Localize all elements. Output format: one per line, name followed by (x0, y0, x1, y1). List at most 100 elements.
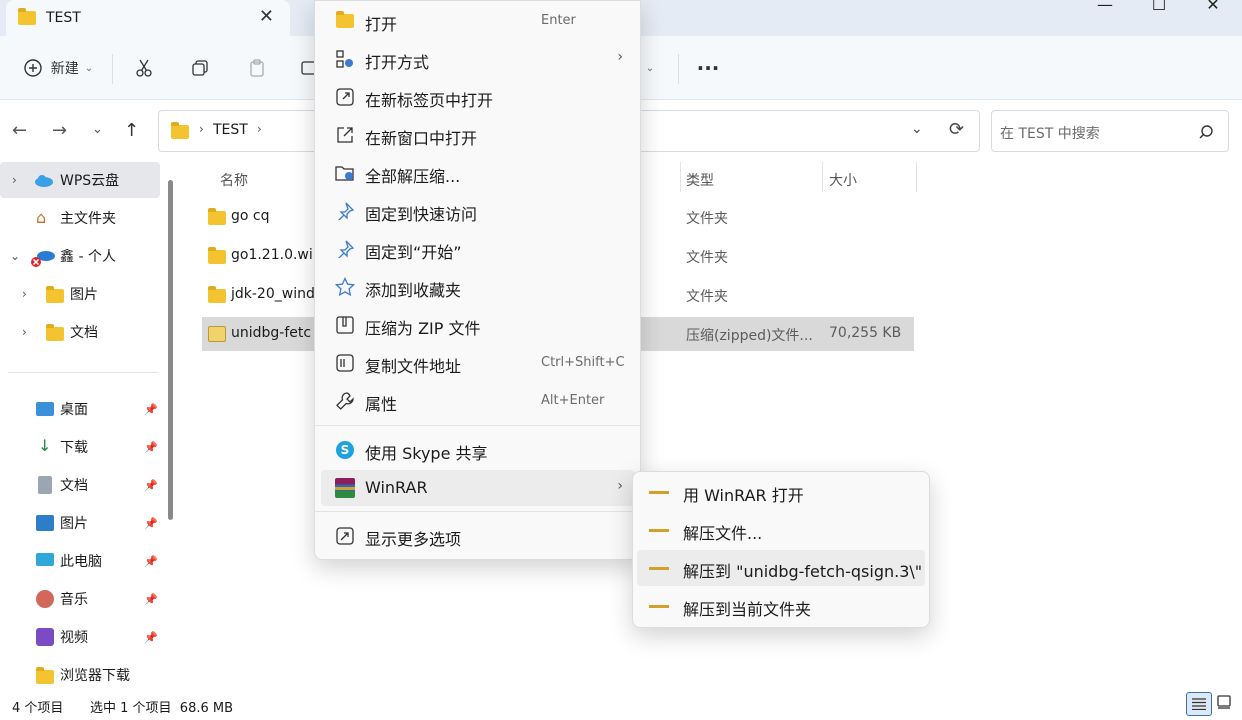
sidebar-item-onedrive[interactable]: ⌄ 鑫 - 个人 (0, 238, 160, 274)
zip-folder-icon (208, 326, 226, 342)
column-header-type[interactable]: 类型 (686, 170, 714, 190)
menu-item-properties[interactable]: 属性 Alt+Enter (321, 383, 635, 419)
toolbar-divider (678, 54, 679, 84)
new-button[interactable]: 新建 ⌄ (18, 52, 98, 84)
refresh-icon[interactable]: ⟳ (949, 119, 964, 140)
submenu-item-extract-to-folder[interactable]: 解压到 "unidbg-fetch-qsign.3\" (637, 550, 925, 586)
tiles-view-button[interactable] (1216, 694, 1236, 714)
tab-close-icon[interactable]: ✕ (259, 6, 274, 27)
view-dropdown-chevron-icon[interactable]: ⌄ (638, 52, 662, 84)
file-size: 70,255 KB (829, 325, 902, 341)
paste-button[interactable] (241, 52, 273, 84)
home-icon: ⌂ (36, 208, 47, 227)
pin-icon[interactable]: 📌 (144, 593, 158, 606)
menu-item-extract-all[interactable]: 全部解压缩... (321, 155, 635, 191)
video-icon (36, 628, 54, 646)
more-options-icon[interactable]: ··· (692, 52, 724, 84)
forward-arrow-icon[interactable]: → (52, 120, 67, 141)
sidebar-item-pictures-onedrive[interactable]: › 图片 (0, 276, 160, 312)
pin-icon[interactable]: 📌 (144, 631, 158, 644)
column-divider[interactable] (822, 162, 823, 192)
winrar-submenu: 用 WinRAR 打开 解压文件... 解压到 "unidbg-fetch-qs… (632, 471, 930, 628)
file-name: go1.21.0.wi (231, 247, 313, 263)
menu-item-open-new-window[interactable]: 在新窗口中打开 (321, 117, 635, 153)
pin-icon[interactable]: 📌 (144, 517, 158, 530)
menu-item-skype-share[interactable]: S 使用 Skype 共享 (321, 432, 635, 468)
cut-button[interactable] (128, 52, 160, 84)
sidebar-item-label: 音乐 (60, 592, 88, 608)
sidebar-item-documents-onedrive[interactable]: › 文档 (0, 314, 160, 350)
sidebar-item-videos[interactable]: 视频 📌 (0, 619, 160, 655)
maximize-button[interactable]: ☐ (1136, 0, 1182, 13)
breadcrumb-item[interactable]: TEST (213, 122, 248, 138)
menu-item-label: 在新标签页中打开 (365, 91, 494, 110)
toolbar-divider (112, 54, 113, 84)
open-with-icon (335, 49, 355, 69)
new-tab-icon (335, 87, 355, 107)
close-window-button[interactable]: ✕ (1190, 0, 1236, 13)
new-window-icon (335, 125, 355, 145)
sidebar-item-label: 文档 (60, 478, 88, 494)
submenu-item-extract-files[interactable]: 解压文件... (637, 512, 925, 548)
file-type: 压缩(zipped)文件... (686, 328, 813, 344)
column-divider[interactable] (916, 162, 917, 192)
minimize-button[interactable]: — (1082, 0, 1128, 13)
pin-icon[interactable]: 📌 (144, 479, 158, 492)
menu-item-pin-start[interactable]: 固定到“开始” (321, 231, 635, 267)
menu-item-add-favorites[interactable]: 添加到收藏夹 (321, 269, 635, 305)
more-options-icon (335, 526, 355, 546)
folder-icon (36, 667, 54, 684)
sidebar-item-downloads[interactable]: ↓ 下载 📌 (0, 429, 160, 465)
up-arrow-icon[interactable]: ↑ (124, 120, 139, 141)
search-box[interactable]: 在 TEST 中搜索 (991, 110, 1229, 152)
sidebar-item-label: 图片 (60, 516, 88, 532)
menu-item-label: 复制文件地址 (365, 357, 462, 376)
pin-icon[interactable]: 📌 (144, 403, 158, 416)
menu-item-copy-path[interactable]: 复制文件地址 Ctrl+Shift+C (321, 345, 635, 381)
menu-item-open-new-tab[interactable]: 在新标签页中打开 (321, 79, 635, 115)
copy-button[interactable] (184, 52, 216, 84)
sidebar-item-this-pc[interactable]: 此电脑 📌 (0, 543, 160, 579)
recent-chevron-icon[interactable]: ⌄ (92, 122, 103, 137)
sidebar-item-documents[interactable]: 文档 📌 (0, 467, 160, 503)
menu-item-winrar[interactable]: WinRAR › (321, 470, 635, 506)
extract-folder-icon (335, 163, 355, 183)
sidebar-item-pictures[interactable]: 图片 📌 (0, 505, 160, 541)
sidebar-scrollbar[interactable] (168, 180, 173, 520)
submenu-chevron-icon: › (617, 49, 623, 65)
music-icon (36, 590, 54, 608)
pin-icon[interactable]: 📌 (144, 441, 158, 454)
column-header-name[interactable]: 名称 (220, 170, 248, 190)
back-arrow-icon[interactable]: ← (12, 120, 27, 141)
menu-item-open[interactable]: 打开 Enter (321, 3, 635, 39)
menu-item-label: 显示更多选项 (365, 530, 462, 549)
chevron-right-icon[interactable]: › (22, 287, 27, 301)
sidebar-item-wps-cloud[interactable]: › WPS云盘 (0, 162, 160, 198)
sidebar-item-desktop[interactable]: 桌面 📌 (0, 391, 160, 427)
search-icon[interactable] (1198, 124, 1214, 140)
menu-item-shortcut: Alt+Enter (541, 393, 605, 408)
pin-icon (335, 239, 355, 259)
chevron-right-icon[interactable]: › (22, 325, 27, 339)
menu-item-show-more-options[interactable]: 显示更多选项 (321, 518, 635, 554)
folder-icon (46, 286, 64, 303)
chevron-down-icon[interactable]: ⌄ (10, 249, 20, 263)
tab-test[interactable]: TEST ✕ (6, 0, 290, 36)
menu-item-label: 固定到快速访问 (365, 205, 478, 224)
menu-item-open-with[interactable]: 打开方式 › (321, 41, 635, 77)
menu-separator (315, 511, 640, 512)
menu-item-compress-zip[interactable]: 压缩为 ZIP 文件 (321, 307, 635, 343)
column-header-size[interactable]: 大小 (829, 170, 857, 190)
sidebar-item-music[interactable]: 音乐 📌 (0, 581, 160, 617)
column-divider[interactable] (680, 162, 681, 192)
menu-item-pin-quick-access[interactable]: 固定到快速访问 (321, 193, 635, 229)
details-view-button[interactable] (1186, 692, 1212, 716)
submenu-item-open-with-winrar[interactable]: 用 WinRAR 打开 (637, 474, 925, 510)
sidebar-item-home[interactable]: ⌂ 主文件夹 (0, 200, 160, 236)
pin-icon[interactable]: 📌 (144, 555, 158, 568)
submenu-item-extract-here[interactable]: 解压到当前文件夹 (637, 588, 925, 624)
chevron-right-icon[interactable]: › (12, 173, 17, 187)
sidebar-item-browser-downloads[interactable]: 浏览器下载 (0, 657, 160, 693)
address-history-chevron-icon[interactable]: ⌄ (911, 121, 923, 137)
star-icon (335, 277, 355, 297)
